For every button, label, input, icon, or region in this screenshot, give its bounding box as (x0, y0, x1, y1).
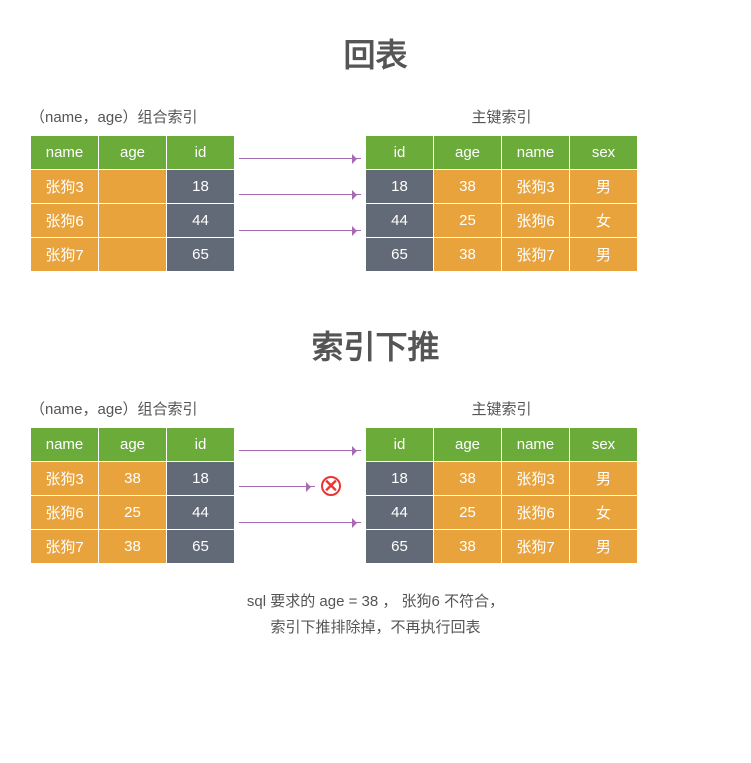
cell-sex: 女 (570, 496, 638, 530)
cell-age: 38 (434, 530, 502, 564)
table-header-row: name age id (31, 428, 235, 462)
cell-age: 38 (99, 462, 167, 496)
table-row: 张狗6 44 (31, 204, 235, 238)
cell-sex: 女 (570, 204, 638, 238)
section2-title: 索引下推 (30, 322, 721, 368)
col-age: age (434, 428, 502, 462)
arrow-icon (239, 522, 361, 523)
cell-id: 65 (167, 238, 235, 272)
table-row: 张狗6 25 44 (31, 496, 235, 530)
section-index-pushdown: 索引下推 （name，age）组合索引 name age id 张狗3 38 1… (30, 322, 721, 640)
table-row: 张狗7 38 65 (31, 530, 235, 564)
table-row: 18 38 张狗3 男 (366, 170, 638, 204)
cell-id: 18 (167, 170, 235, 204)
cell-name: 张狗3 (31, 462, 99, 496)
cell-name: 张狗6 (502, 496, 570, 530)
arrow-icon (239, 450, 361, 451)
right-caption-1: 主键索引 (365, 106, 638, 127)
cell-id: 65 (366, 238, 434, 272)
col-name: name (31, 428, 99, 462)
footer-note: sql 要求的 age = 38 ， 张狗6 不符合， 索引下推排除掉，不再执行… (30, 589, 721, 640)
cell-name: 张狗7 (31, 238, 99, 272)
cell-name: 张狗6 (31, 496, 99, 530)
right-table-block: 主键索引 id age name sex 18 38 张狗3 男 44 25 (365, 106, 638, 272)
cell-id: 44 (167, 496, 235, 530)
col-id: id (366, 136, 434, 170)
cell-name: 张狗3 (502, 462, 570, 496)
right-caption-2: 主键索引 (365, 398, 638, 419)
col-name: name (31, 136, 99, 170)
table-row: 44 25 张狗6 女 (366, 204, 638, 238)
cell-name: 张狗3 (502, 170, 570, 204)
cell-age: 38 (434, 238, 502, 272)
cell-id: 65 (366, 530, 434, 564)
cell-name: 张狗3 (31, 170, 99, 204)
cross-icon: ✕ (321, 476, 341, 496)
cell-name: 张狗6 (502, 204, 570, 238)
cell-sex: 男 (570, 238, 638, 272)
table-row: 张狗7 65 (31, 238, 235, 272)
table-header-row: id age name sex (366, 136, 638, 170)
table-header-row: id age name sex (366, 428, 638, 462)
arrow-icon (239, 194, 361, 195)
footer-line2: 索引下推排除掉，不再执行回表 (270, 619, 480, 636)
cell-sex: 男 (570, 530, 638, 564)
col-id: id (167, 136, 235, 170)
cell-id: 18 (366, 462, 434, 496)
cell-name: 张狗7 (502, 238, 570, 272)
cell-age: 38 (434, 170, 502, 204)
col-id: id (167, 428, 235, 462)
arrow-icon (239, 158, 361, 159)
col-age: age (434, 136, 502, 170)
left-caption-1: （name，age）组合索引 (30, 106, 235, 127)
table-row: 65 38 张狗7 男 (366, 530, 638, 564)
right-table-block: 主键索引 id age name sex 18 38 张狗3 男 44 25 (365, 398, 638, 564)
cell-age: 25 (434, 204, 502, 238)
table-row: 65 38 张狗7 男 (366, 238, 638, 272)
col-age: age (99, 136, 167, 170)
cell-age: 38 (434, 462, 502, 496)
cell-age (99, 204, 167, 238)
cell-id: 18 (366, 170, 434, 204)
table-row: 44 25 张狗6 女 (366, 496, 638, 530)
col-name: name (502, 428, 570, 462)
primary-index-table-1: id age name sex 18 38 张狗3 男 44 25 张狗6 女 (365, 135, 638, 272)
cell-age: 38 (99, 530, 167, 564)
cell-sex: 男 (570, 170, 638, 204)
left-caption-2: （name，age）组合索引 (30, 398, 235, 419)
cell-age (99, 170, 167, 204)
cell-name: 张狗7 (31, 530, 99, 564)
cell-id: 44 (366, 496, 434, 530)
left-table-block: （name，age）组合索引 name age id 张狗3 38 18 张狗6… (30, 398, 235, 564)
section-back-to-table: 回表 （name，age）组合索引 name age id 张狗3 18 张狗6… (30, 30, 721, 272)
cell-name: 张狗7 (502, 530, 570, 564)
cell-id: 18 (167, 462, 235, 496)
cell-id: 44 (167, 204, 235, 238)
col-sex: sex (570, 428, 638, 462)
footer-line1: sql 要求的 age = 38 ， 张狗6 不符合， (247, 593, 504, 610)
col-sex: sex (570, 136, 638, 170)
col-id: id (366, 428, 434, 462)
table-row: 18 38 张狗3 男 (366, 462, 638, 496)
arrow-icon (239, 230, 361, 231)
cell-age: 25 (99, 496, 167, 530)
composite-index-table-1: name age id 张狗3 18 张狗6 44 张狗7 65 (30, 135, 235, 272)
cell-age (99, 238, 167, 272)
section1-title: 回表 (30, 30, 721, 76)
composite-index-table-2: name age id 张狗3 38 18 张狗6 25 44 张狗7 38 (30, 427, 235, 564)
primary-index-table-2: id age name sex 18 38 张狗3 男 44 25 张狗6 女 (365, 427, 638, 564)
col-age: age (99, 428, 167, 462)
table-row: 张狗3 18 (31, 170, 235, 204)
left-table-block: （name，age）组合索引 name age id 张狗3 18 张狗6 44 (30, 106, 235, 272)
col-name: name (502, 136, 570, 170)
cell-sex: 男 (570, 462, 638, 496)
cell-id: 65 (167, 530, 235, 564)
table-header-row: name age id (31, 136, 235, 170)
arrow-rejected-icon (239, 486, 315, 487)
table-row: 张狗3 38 18 (31, 462, 235, 496)
cell-age: 25 (434, 496, 502, 530)
cell-id: 44 (366, 204, 434, 238)
cell-name: 张狗6 (31, 204, 99, 238)
